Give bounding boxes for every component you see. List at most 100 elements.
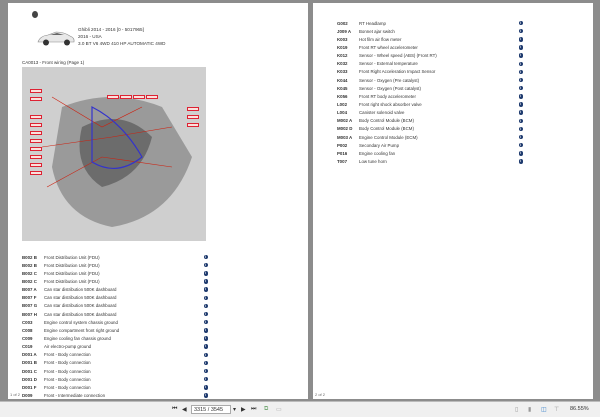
info-icon[interactable]: i	[518, 110, 523, 115]
component-row: D001 B Front - Body connection i	[22, 359, 208, 367]
engine-bay-image	[22, 67, 206, 241]
info-icon[interactable]: i	[203, 328, 208, 333]
connector-label[interactable]	[30, 171, 42, 175]
paste-icon[interactable]: ▭	[276, 406, 282, 413]
info-icon[interactable]: i	[203, 360, 208, 366]
component-code: B002 B	[22, 254, 37, 260]
component-row: K033 Front Right Acceleration Impact Sens…	[337, 68, 523, 76]
component-description: Sensor - Wheel speed (ABS) (Front RT)	[359, 53, 437, 59]
component-code: D001 D	[22, 376, 37, 382]
info-icon[interactable]: i	[518, 159, 523, 164]
connector-label[interactable]	[30, 139, 42, 143]
info-icon[interactable]: i	[203, 344, 208, 349]
component-code: D001 F	[22, 384, 37, 390]
connector-label[interactable]	[120, 95, 132, 99]
component-description: Can star distribution 500K dashboard	[44, 295, 117, 301]
connector-label[interactable]	[187, 115, 199, 119]
left-component-list: B002 B Front Distribution Unit (FDU) i B002…	[22, 253, 208, 416]
first-page-icon[interactable]: ⏮	[172, 406, 177, 413]
vehicle-model: Ghibli 2014 - 2016 [0 - 5017965]	[78, 27, 144, 32]
component-code: J009 A	[337, 28, 351, 34]
page-dropdown-icon[interactable]: ▾	[233, 406, 236, 413]
fit-width-icon[interactable]: ⊤	[554, 406, 559, 413]
brand-logo	[32, 11, 38, 18]
component-description: Front - Body connection	[44, 368, 91, 374]
connector-label[interactable]	[146, 95, 158, 99]
info-icon[interactable]: i	[518, 61, 523, 67]
component-code: K056	[337, 93, 348, 99]
component-code: B002 C	[22, 270, 37, 276]
connector-label[interactable]	[30, 155, 42, 159]
component-description: Front Distribution Unit (FDU)	[44, 278, 100, 284]
info-icon[interactable]: i	[518, 151, 523, 156]
connector-label[interactable]	[30, 97, 42, 101]
prev-page-icon[interactable]: ◀	[182, 406, 187, 413]
component-description: Canister solenoid valve	[359, 110, 405, 116]
connector-label[interactable]	[133, 95, 145, 99]
two-page-icon[interactable]: ◫	[541, 406, 547, 413]
component-row: K045 Sensor - Oxygen (Post catalyst) i	[337, 84, 523, 92]
next-page-icon[interactable]: ▶	[241, 406, 246, 413]
component-description: Secondary Air Pump	[359, 142, 400, 148]
component-code: D001 C	[22, 368, 37, 374]
component-row: B002 B Front Distribution Unit (FDU) i	[22, 261, 208, 269]
connector-label[interactable]	[30, 89, 42, 93]
copy-icon[interactable]: ⧉	[264, 406, 268, 413]
info-icon[interactable]: i	[203, 336, 208, 341]
component-code: K019	[337, 44, 348, 50]
last-page-icon[interactable]: ⏭	[251, 406, 256, 413]
component-row: P016 Engine cooling fan i	[337, 149, 523, 157]
component-description: Engine cooling fan chassis ground	[44, 335, 111, 341]
info-icon[interactable]: i	[203, 352, 208, 357]
connector-label[interactable]	[30, 115, 42, 119]
continuous-page-icon[interactable]: ▮	[528, 406, 531, 413]
component-description: Front Distribution Unit (FDU)	[44, 262, 100, 268]
page-number-input[interactable]: 3315 / 3545	[191, 405, 231, 414]
component-code: L002	[337, 101, 348, 107]
component-description: Engine Control Module (ECM)	[359, 134, 418, 140]
info-icon[interactable]: i	[203, 303, 208, 309]
connector-label[interactable]	[30, 163, 42, 167]
info-icon[interactable]: i	[203, 295, 208, 301]
zoom-level[interactable]: 86.55%	[570, 406, 589, 412]
component-row: J009 A Bonnet ajar switch i	[337, 27, 523, 35]
info-icon[interactable]: i	[203, 393, 208, 398]
connector-label[interactable]	[30, 123, 42, 127]
info-icon[interactable]: i	[518, 118, 523, 123]
info-icon[interactable]: i	[518, 126, 523, 132]
info-icon[interactable]: i	[518, 69, 523, 75]
component-row: K012 Sensor - Wheel speed (ABS) (Front RT…	[337, 52, 523, 60]
info-icon[interactable]: i	[203, 287, 208, 292]
connector-label[interactable]	[187, 123, 199, 127]
component-code: K032	[337, 61, 348, 67]
info-icon[interactable]: i	[518, 53, 523, 58]
component-description: Engine control system chassis ground	[44, 319, 118, 325]
component-description: Front - Body connection	[44, 352, 91, 358]
info-icon[interactable]: i	[518, 94, 523, 99]
component-code: D001 B	[22, 360, 37, 366]
component-code: B007 G	[22, 303, 38, 309]
wiring-diagram[interactable]	[22, 67, 206, 241]
component-description: Front - Intermediate connection	[44, 392, 106, 398]
info-icon[interactable]: i	[518, 102, 523, 107]
component-code: L004	[337, 110, 348, 116]
component-code: B007 F	[22, 295, 37, 301]
component-row: D009 Front - Intermediate connection i	[22, 391, 208, 399]
info-icon[interactable]: i	[203, 385, 208, 390]
info-icon[interactable]: i	[518, 45, 523, 50]
right-component-list: G002 RT Headlamp i J009 A Bonnet ajar switch…	[337, 19, 523, 166]
component-description: Can star distribution 500K dashboard	[44, 303, 117, 309]
connector-label[interactable]	[107, 95, 119, 99]
info-icon[interactable]: i	[203, 279, 208, 284]
vehicle-header: Ghibli 2014 - 2016 [0 - 5017965] 2016 - …	[78, 26, 165, 47]
connector-label[interactable]	[30, 131, 42, 135]
component-code: K045	[337, 85, 348, 91]
info-icon[interactable]: i	[518, 37, 523, 42]
info-icon[interactable]: i	[203, 271, 208, 276]
component-row: M002 A Body Control Module (BCM) i	[337, 117, 523, 125]
connector-label[interactable]	[187, 107, 199, 111]
connector-label[interactable]	[30, 147, 42, 151]
component-code: G002	[337, 20, 348, 26]
single-page-icon[interactable]: ▯	[515, 406, 518, 413]
component-code: M002 D	[337, 126, 353, 132]
